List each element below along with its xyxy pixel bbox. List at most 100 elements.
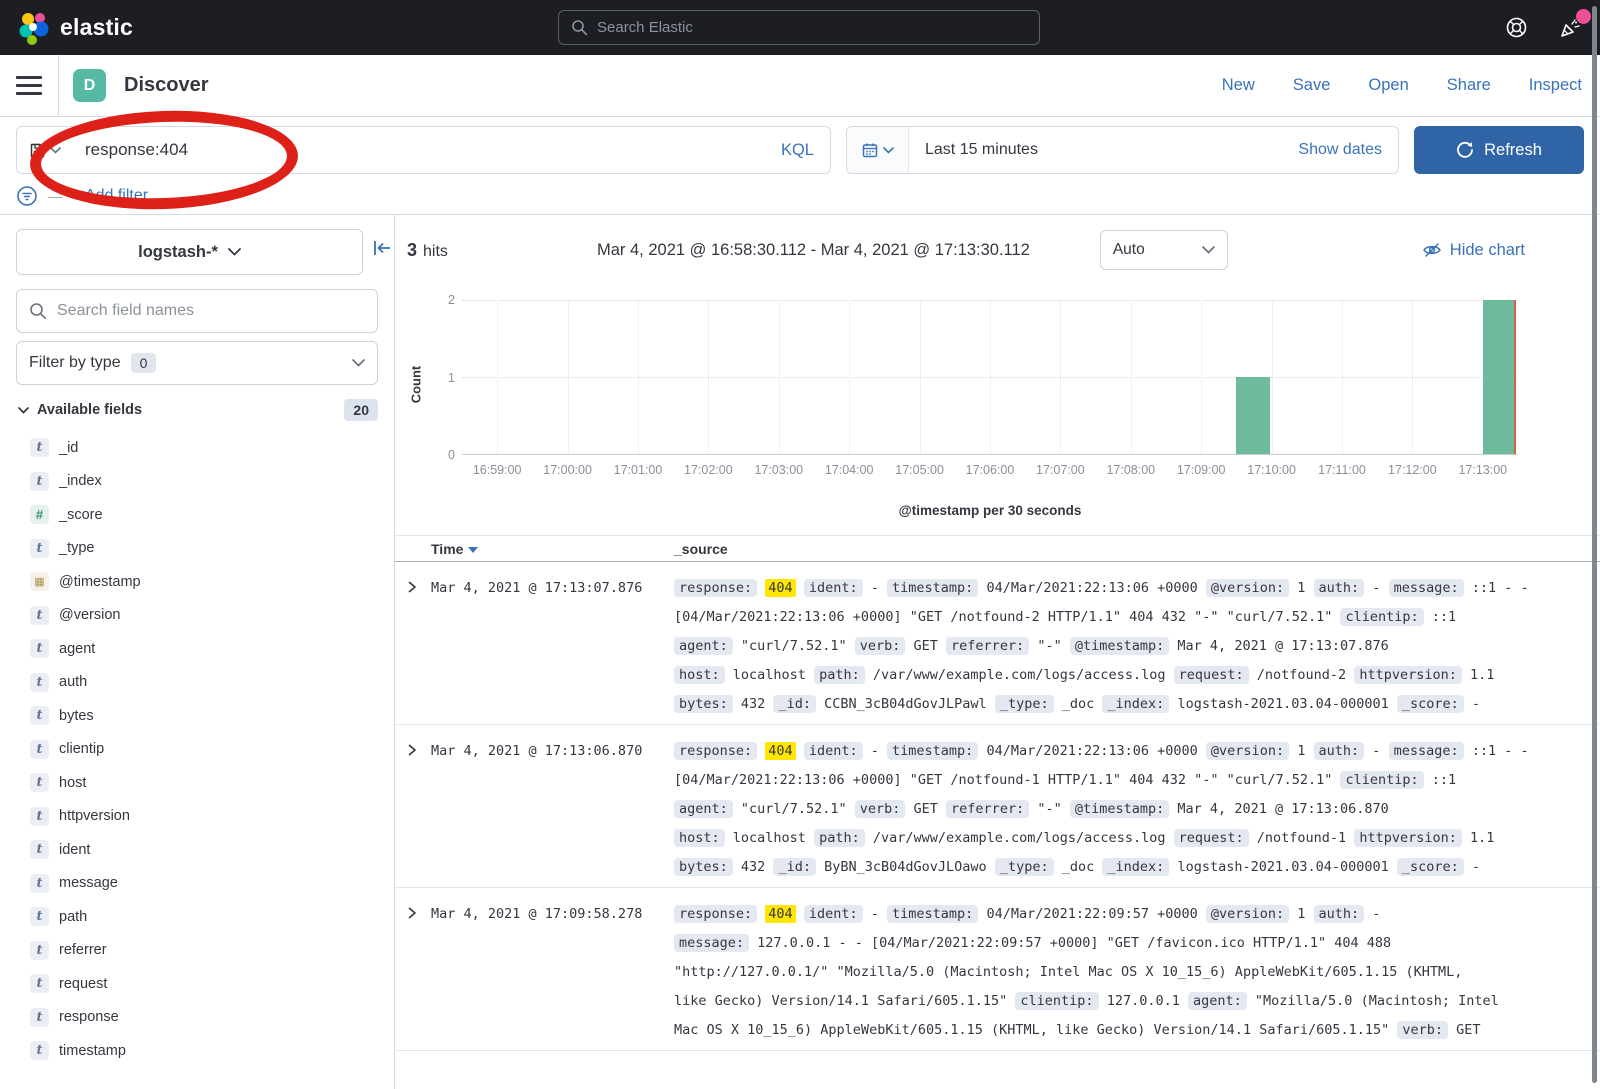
search-field-names-input[interactable]: Search field names: [16, 289, 378, 333]
field-item-ident[interactable]: tident: [16, 833, 378, 867]
collapse-sidebar-icon[interactable]: [372, 239, 392, 257]
nav-link-save[interactable]: Save: [1293, 76, 1331, 95]
source-text: -: [1472, 696, 1480, 712]
number-type-icon: #: [30, 505, 49, 524]
expand-row-icon[interactable]: [407, 574, 431, 719]
gridline: [1131, 300, 1132, 454]
field-badge: clientip:: [1015, 992, 1098, 1010]
field-item-@version[interactable]: t@version: [16, 599, 378, 633]
field-item-bytes[interactable]: tbytes: [16, 699, 378, 733]
x-axis-tick-label: 17:01:00: [614, 463, 663, 477]
field-item-_id[interactable]: t_id: [16, 431, 378, 465]
field-badge: clientip:: [1340, 771, 1423, 789]
hide-chart-button[interactable]: Hide chart: [1422, 241, 1525, 260]
text-type-icon: t: [30, 639, 49, 658]
filter-icon[interactable]: [16, 185, 38, 207]
expand-row-icon[interactable]: [407, 900, 431, 1045]
field-item-path[interactable]: tpath: [16, 900, 378, 934]
source-text: /var/www/example.com/logs/access.log: [873, 830, 1166, 846]
newsfeed-icon[interactable]: [1558, 16, 1582, 40]
refresh-label: Refresh: [1484, 141, 1542, 160]
source-text: "curl/7.52.1": [741, 638, 847, 654]
scrollbar[interactable]: [1592, 6, 1597, 1083]
field-item-_score[interactable]: #_score: [16, 498, 378, 532]
field-badge: agent:: [674, 637, 733, 655]
histogram-bar[interactable]: [1236, 377, 1269, 454]
field-item-clientip[interactable]: tclientip: [16, 733, 378, 767]
nav-link-share[interactable]: Share: [1447, 76, 1491, 95]
field-name: @version: [59, 607, 120, 623]
histogram-bar[interactable]: [1483, 300, 1516, 454]
index-pattern-selector[interactable]: logstash-*: [16, 229, 363, 275]
field-item-agent[interactable]: tagent: [16, 632, 378, 666]
time-column-header[interactable]: Time: [431, 541, 674, 557]
x-axis-labels: 16:59:0017:00:0017:01:0017:02:0017:03:00…: [462, 463, 1518, 481]
source-text: GET: [914, 801, 938, 817]
navbar-links: New Save Open Share Inspect: [1222, 76, 1582, 95]
field-item-@timestamp[interactable]: ▦@timestamp: [16, 565, 378, 599]
field-badge: @timestamp:: [1070, 800, 1169, 818]
x-axis-tick-label: 17:12:00: [1388, 463, 1437, 477]
current-time-marker: [1514, 300, 1516, 454]
y-axis-tick-label: 1: [448, 371, 455, 385]
field-badge: message:: [1389, 579, 1464, 597]
field-name: timestamp: [59, 1043, 126, 1059]
field-name: _type: [59, 540, 94, 556]
elastic-logo[interactable]: elastic: [18, 11, 133, 45]
field-item-_index[interactable]: t_index: [16, 465, 378, 499]
field-item-response[interactable]: tresponse: [16, 1001, 378, 1035]
interval-select[interactable]: Auto: [1100, 230, 1228, 270]
save-icon: [29, 142, 46, 159]
field-item-request[interactable]: trequest: [16, 967, 378, 1001]
nav-link-inspect[interactable]: Inspect: [1529, 76, 1582, 95]
field-name: ident: [59, 842, 90, 858]
field-badge: _index:: [1102, 695, 1169, 713]
nav-link-open[interactable]: Open: [1368, 76, 1408, 95]
field-item-referrer[interactable]: treferrer: [16, 934, 378, 968]
x-axis-tick-label: 17:08:00: [1106, 463, 1155, 477]
time-range-value[interactable]: Last 15 minutes: [909, 141, 1038, 159]
source-text: -: [1372, 743, 1380, 759]
refresh-button[interactable]: Refresh: [1414, 126, 1584, 174]
help-icon[interactable]: [1504, 16, 1528, 40]
field-item-host[interactable]: thost: [16, 766, 378, 800]
global-search-input[interactable]: Search Elastic: [558, 10, 1040, 45]
field-badge: _type:: [995, 695, 1054, 713]
source-text: 04/Mar/2021:22:13:06 +0000: [986, 580, 1197, 596]
field-item-auth[interactable]: tauth: [16, 666, 378, 700]
save-query-button[interactable]: [17, 127, 73, 173]
text-type-icon: t: [30, 907, 49, 926]
x-axis-tick-label: 17:05:00: [895, 463, 944, 477]
date-quick-select-button[interactable]: [847, 127, 909, 173]
source-text: -: [1372, 580, 1380, 596]
brand-name: elastic: [60, 14, 133, 41]
available-fields-header[interactable]: Available fields 20: [16, 397, 378, 423]
query-input[interactable]: response:404: [73, 140, 765, 160]
table-header: Time _source: [395, 536, 1600, 562]
field-badge: ident:: [804, 742, 863, 760]
available-fields-count: 20: [344, 399, 378, 421]
field-item-_type[interactable]: t_type: [16, 532, 378, 566]
refresh-icon: [1456, 141, 1474, 159]
field-item-timestamp[interactable]: t timestamp: [16, 1034, 378, 1068]
gridline: [1412, 300, 1413, 454]
field-item-message[interactable]: tmessage: [16, 867, 378, 901]
nav-link-new[interactable]: New: [1222, 76, 1255, 95]
show-dates-button[interactable]: Show dates: [1298, 141, 1398, 159]
chevron-down-icon: [883, 147, 894, 154]
field-item-httpversion[interactable]: thttpversion: [16, 800, 378, 834]
filter-by-type-dropdown[interactable]: Filter by type 0: [16, 341, 378, 385]
hide-chart-label: Hide chart: [1450, 241, 1525, 260]
field-badge: ident:: [804, 579, 863, 597]
expand-row-icon[interactable]: [407, 737, 431, 882]
text-type-icon: t: [30, 1041, 49, 1060]
menu-icon[interactable]: [16, 76, 42, 95]
add-filter-button[interactable]: + Add filter: [72, 187, 148, 205]
gridline: [638, 300, 639, 454]
date-type-icon: ▦: [30, 572, 49, 591]
sort-desc-icon: [468, 547, 478, 553]
source-text: localhost: [733, 830, 806, 846]
source-text: -: [871, 743, 879, 759]
source-text: -: [1372, 906, 1380, 922]
query-language-button[interactable]: KQL: [765, 141, 830, 160]
